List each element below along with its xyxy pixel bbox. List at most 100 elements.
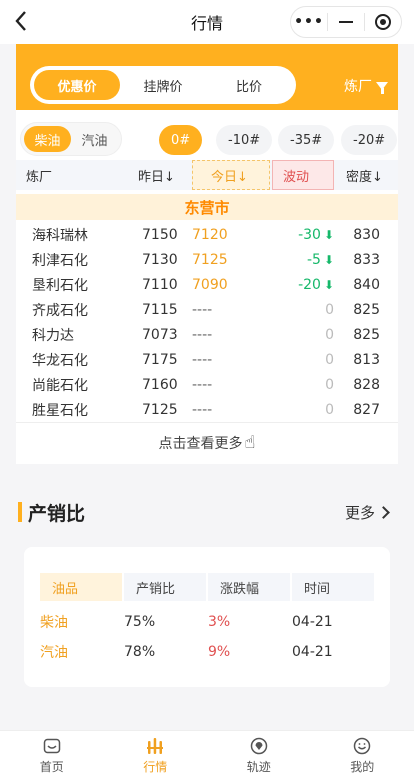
today-price: ---- <box>192 301 213 318</box>
refinery-filter-button[interactable]: 炼厂 <box>344 76 388 96</box>
yesterday-price: 7175 <box>142 351 178 368</box>
today-price: 7090 <box>192 276 228 293</box>
price-change: 0 <box>270 397 334 422</box>
tab-listed-price[interactable]: 挂牌价 <box>120 70 206 100</box>
price-change-value: -30 <box>298 226 321 243</box>
price-table-card: 柴油 汽油 0# -10# -35# -20# 炼厂 昨日↓ 今日↓ 波动 密度… <box>16 110 398 464</box>
header-today[interactable]: 今日↓ <box>192 160 270 190</box>
yesterday-price: 7130 <box>142 251 178 268</box>
fuel-gasoline[interactable]: 汽油 <box>71 126 118 152</box>
production-title: 产销比 <box>28 502 86 525</box>
bottom-tab-bar: 首页 行情 轨迹 我的 <box>0 730 414 780</box>
refinery-name: 科力达 <box>32 327 74 344</box>
tab-track-label: 轨迹 <box>246 759 271 774</box>
density-value: 833 <box>353 251 380 268</box>
production-section-title: 产销比 <box>18 500 86 525</box>
close-mini-program-button[interactable] <box>365 7 401 37</box>
title-accent-bar <box>18 502 22 522</box>
today-price: ---- <box>192 376 213 393</box>
header-change-rate: 涨跌幅 <box>208 573 290 601</box>
page-title: 行情 <box>190 14 223 33</box>
tab-home[interactable]: 首页 <box>0 731 104 780</box>
today-price: ---- <box>192 326 213 343</box>
arrow-down-icon: ⬇ <box>323 277 334 292</box>
price-change-value: 0 <box>325 401 334 418</box>
grade-minus-10[interactable]: -10# <box>216 125 273 155</box>
header-product: 油品 <box>40 573 122 601</box>
yesterday-price: 7150 <box>142 226 178 243</box>
today-price: 7125 <box>192 251 228 268</box>
tab-profile-label: 我的 <box>350 759 375 774</box>
header-change[interactable]: 波动 <box>272 160 334 190</box>
mini-program-capsule: ••• <box>290 6 402 38</box>
price-change: -30 ⬇ <box>270 222 334 247</box>
yesterday-price: 7110 <box>142 276 178 293</box>
wheat-icon <box>145 737 165 755</box>
table-header: 炼厂 昨日↓ 今日↓ 波动 密度↓ <box>16 160 398 190</box>
header-density[interactable]: 密度↓ <box>346 160 383 190</box>
table-row[interactable]: 利津石化 7130 7125 -5 ⬇ 833 <box>16 247 398 272</box>
density-value: 825 <box>353 301 380 318</box>
table-row[interactable]: 华龙石化 7175 ---- 0 813 <box>16 347 398 372</box>
table-row[interactable]: 海科瑞林 7150 7120 -30 ⬇ 830 <box>16 222 398 247</box>
tab-market-label: 行情 <box>143 759 168 774</box>
refinery-name: 齐成石化 <box>32 302 88 319</box>
yesterday-price: 7073 <box>142 326 178 343</box>
yesterday-price: 7160 <box>142 376 178 393</box>
chevron-right-icon <box>377 506 390 519</box>
price-change-value: 0 <box>325 376 334 393</box>
grade-0[interactable]: 0# <box>159 125 203 155</box>
refinery-name: 尚能石化 <box>32 377 88 394</box>
price-change-value: 0 <box>325 326 334 343</box>
product-gasoline: 汽油 <box>40 645 68 661</box>
header-ratio: 产销比 <box>124 573 206 601</box>
price-change: -20 ⬇ <box>270 272 334 297</box>
tab-price-comparison[interactable]: 比价 <box>206 70 292 100</box>
change-gasoline: 9% <box>208 644 231 660</box>
density-value: 828 <box>353 376 380 393</box>
header-refinery[interactable]: 炼厂 <box>26 160 52 190</box>
today-price: ---- <box>192 401 213 418</box>
arrow-down-icon: ⬇ <box>323 252 334 267</box>
refinery-name: 华龙石化 <box>32 352 88 369</box>
header-time: 时间 <box>292 573 374 601</box>
grade-minus-35[interactable]: -35# <box>278 125 335 155</box>
price-change-value: -20 <box>298 276 321 293</box>
view-more-text: 点击查看更多 <box>158 435 243 452</box>
target-circle-icon <box>375 14 391 30</box>
table-row[interactable]: 齐成石化 7115 ---- 0 825 <box>16 297 398 322</box>
price-change-value: 0 <box>325 351 334 368</box>
grade-minus-20[interactable]: -20# <box>341 125 398 155</box>
funnel-icon <box>376 82 388 94</box>
refinery-name: 胜星石化 <box>32 402 88 419</box>
today-price: ---- <box>192 351 213 368</box>
tab-market[interactable]: 行情 <box>104 731 208 780</box>
more-label: 更多 <box>344 504 375 522</box>
price-change: 0 <box>270 322 334 347</box>
header-yesterday[interactable]: 昨日↓ <box>138 160 175 190</box>
production-ratio-card: 油品 产销比 涨跌幅 时间 柴油 75% 3% 04-21 汽油 78% 9% … <box>24 547 390 687</box>
production-more-link[interactable]: 更多 <box>344 502 390 523</box>
back-arrow-icon[interactable] <box>14 10 34 34</box>
price-change: -5 ⬇ <box>270 247 334 272</box>
ratio-gasoline: 78% <box>124 644 156 660</box>
table-row[interactable]: 垦利石化 7110 7090 -20 ⬇ 840 <box>16 272 398 297</box>
refinery-name: 利津石化 <box>32 252 88 269</box>
arrow-down-icon: ⬇ <box>323 227 334 242</box>
more-menu-button[interactable]: ••• <box>291 7 327 37</box>
view-more-link[interactable]: 点击查看更多 ☝ <box>16 422 398 462</box>
table-row[interactable]: 尚能石化 7160 ---- 0 828 <box>16 372 398 397</box>
density-value: 840 <box>353 276 380 293</box>
tab-discount-price[interactable]: 优惠价 <box>34 70 120 100</box>
tab-track[interactable]: 轨迹 <box>207 731 311 780</box>
track-icon <box>249 737 269 755</box>
profile-icon <box>352 737 372 755</box>
minus-icon <box>339 21 353 23</box>
table-row[interactable]: 科力达 7073 ---- 0 825 <box>16 322 398 347</box>
fuel-diesel[interactable]: 柴油 <box>24 126 71 152</box>
tab-profile[interactable]: 我的 <box>311 731 414 780</box>
price-change-value: -5 <box>306 251 321 268</box>
minimize-button[interactable] <box>328 7 364 37</box>
table-row[interactable]: 胜星石化 7125 ---- 0 827 <box>16 397 398 422</box>
density-value: 830 <box>353 226 380 243</box>
